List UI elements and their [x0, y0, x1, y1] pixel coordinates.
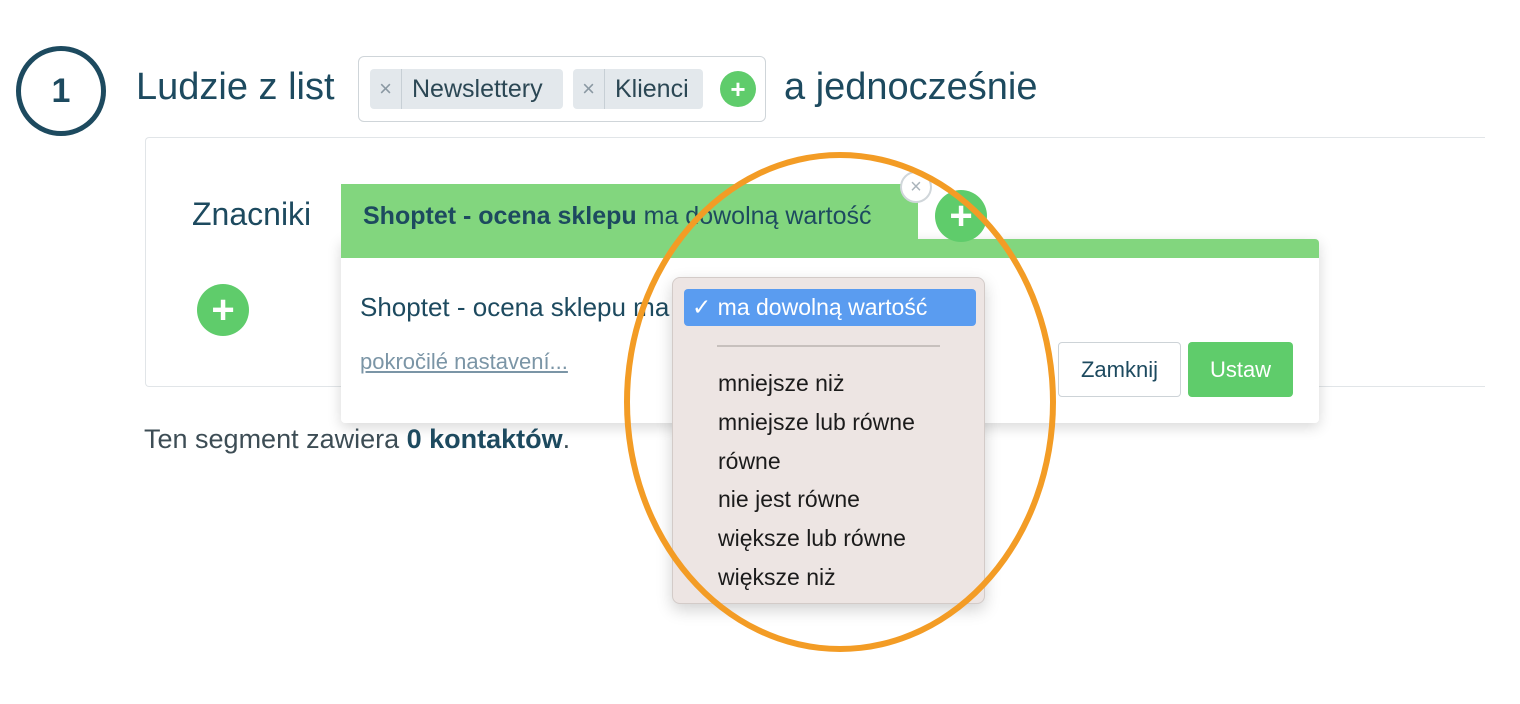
advanced-settings-link[interactable]: pokročilé nastavení...: [360, 349, 568, 375]
option-label: ma dowolną wartość: [717, 294, 928, 320]
segment-summary: Ten segment zawiera 0 kontaktów.: [144, 424, 570, 455]
plus-icon: +: [949, 193, 973, 238]
checkmark-icon: ✓: [692, 294, 712, 320]
list-tag-klienci: × Klienci: [573, 69, 703, 109]
dropdown-option[interactable]: nie jest równe: [718, 486, 860, 513]
step-number-badge: 1: [16, 46, 106, 136]
summary-suffix: .: [562, 424, 571, 454]
add-filter-button[interactable]: +: [935, 190, 987, 242]
filter-field-label: Shoptet - ocena sklepu ma: [360, 292, 670, 322]
dropdown-option[interactable]: równe: [718, 448, 781, 475]
dropdown-option[interactable]: większe niż: [718, 564, 836, 591]
list-tag-newslettery: × Newslettery: [370, 69, 563, 109]
remove-tag-icon[interactable]: ×: [370, 69, 402, 109]
filter-operator: ma dowolną wartość: [643, 202, 872, 230]
filter-chip[interactable]: Shoptet - ocena sklepu ma dowolną wartoś…: [341, 184, 918, 244]
filter-field: Shoptet - ocena sklepu: [363, 202, 637, 230]
list-tag-label: Newslettery: [412, 74, 543, 103]
dropdown-option[interactable]: mniejsze niż: [718, 370, 845, 397]
operator-dropdown-menu[interactable]: ✓ ma dowolną wartość mniejsze niż mniejs…: [672, 277, 985, 604]
dropdown-option-selected[interactable]: ✓ ma dowolną wartość: [684, 289, 976, 326]
conjunction-label: a jednocześnie: [784, 66, 1038, 108]
dropdown-option[interactable]: większe lub równe: [718, 525, 906, 552]
set-button[interactable]: Ustaw: [1188, 342, 1293, 397]
remove-tag-icon[interactable]: ×: [573, 69, 605, 109]
list-tag-label: Klienci: [615, 74, 689, 103]
add-list-button[interactable]: +: [720, 71, 756, 107]
lists-label: Ludzie z list: [136, 66, 335, 108]
add-condition-button[interactable]: +: [197, 284, 249, 336]
close-button[interactable]: Zamknij: [1058, 342, 1181, 397]
section-label: Znacniki: [192, 196, 312, 232]
plus-icon: +: [730, 73, 746, 104]
dropdown-separator: [717, 345, 940, 347]
plus-icon: +: [211, 287, 235, 332]
step-number: 1: [51, 71, 71, 110]
close-icon[interactable]: ×: [900, 171, 932, 203]
contact-count: 0 kontaktów: [406, 424, 563, 454]
list-tags-input[interactable]: × Newslettery × Klienci +: [358, 56, 766, 122]
summary-prefix: Ten segment zawiera: [144, 424, 407, 454]
dropdown-option[interactable]: mniejsze lub równe: [718, 409, 915, 436]
